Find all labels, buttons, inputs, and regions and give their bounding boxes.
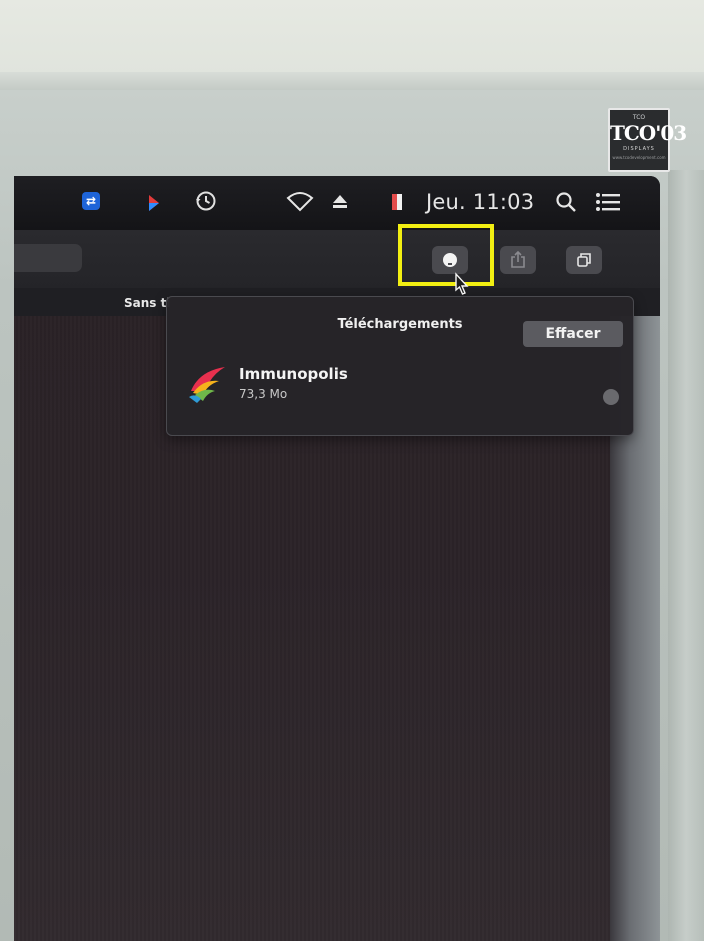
tco-label-foot: www.tcodevelopment.com: [612, 155, 666, 160]
flag-glyph: [392, 194, 402, 210]
app-arrow-icon[interactable]: [146, 193, 162, 213]
highlight-box: [398, 224, 494, 286]
monitor-right-edge: [668, 170, 704, 941]
list-glyph: [596, 193, 620, 211]
reveal-in-finder-icon[interactable]: [603, 389, 619, 405]
tab-title[interactable]: Sans ti: [124, 296, 170, 310]
immunopolis-app-icon[interactable]: [185, 361, 229, 405]
tab-overview-button[interactable]: [566, 246, 602, 274]
eject-glyph: [333, 195, 347, 208]
address-bar[interactable]: [14, 244, 82, 272]
teamviewer-icon[interactable]: ⇄: [82, 192, 100, 210]
monitor-top-edge: [0, 72, 704, 90]
download-item-name[interactable]: Immunopolis: [239, 365, 348, 383]
tco-label-top: TCO: [632, 114, 646, 121]
download-item-size: 73,3 Mo: [239, 387, 288, 401]
app-arrow-glyph: [149, 195, 159, 211]
wifi-icon[interactable]: [286, 190, 314, 212]
mouse-cursor-icon: [450, 272, 470, 298]
clear-downloads-button[interactable]: Effacer: [523, 321, 623, 347]
share-button[interactable]: [500, 246, 536, 274]
menu-bar: ⇄ Jeu. 11:03: [14, 176, 660, 230]
eject-icon[interactable]: [332, 192, 348, 210]
tco-label-main: TCO'03: [610, 121, 687, 145]
tabs-icon: [577, 253, 591, 267]
share-icon: [511, 251, 525, 268]
cursor-glyph: [455, 272, 469, 295]
app-logo-glyph: [189, 367, 225, 403]
search-glyph: [556, 192, 576, 212]
notification-center-icon[interactable]: [594, 190, 622, 214]
screen: ⇄ Jeu. 11:03 Sans ti Téléchargements Eff…: [14, 176, 660, 941]
input-source-flag-icon[interactable]: [392, 194, 402, 210]
menu-clock[interactable]: Jeu. 11:03: [426, 186, 534, 218]
time-machine-glyph: [196, 191, 216, 211]
spotlight-search-icon[interactable]: [554, 190, 578, 214]
tco-label-sub: DISPLAYS: [623, 146, 655, 152]
downloads-popover: Téléchargements Effacer Immunopolis 73,3…: [166, 296, 634, 436]
tco-certification-label: TCO TCO'03 DISPLAYS www.tcodevelopment.c…: [608, 108, 687, 172]
wifi-glyph: [286, 192, 314, 212]
time-machine-icon[interactable]: [194, 189, 218, 213]
